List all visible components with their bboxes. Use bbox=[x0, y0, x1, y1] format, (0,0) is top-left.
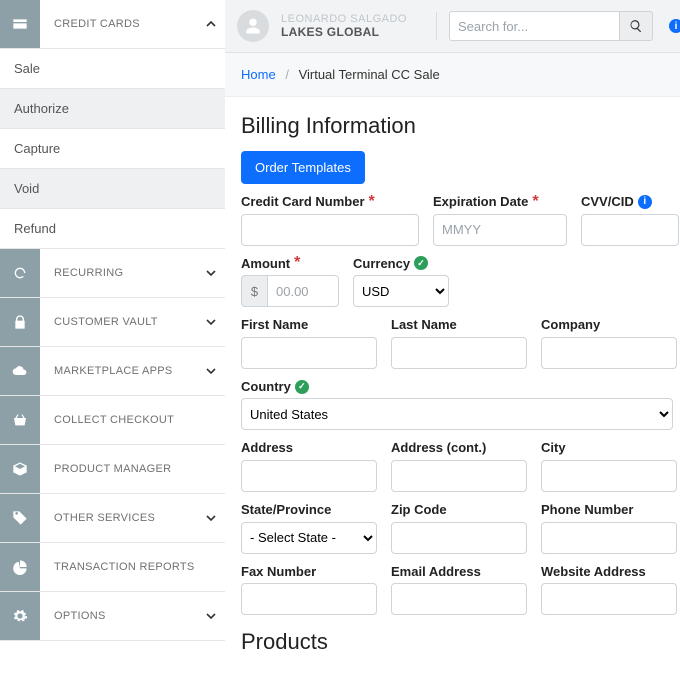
country-select[interactable]: United States bbox=[241, 398, 673, 430]
city-input[interactable] bbox=[541, 460, 677, 492]
refresh-icon bbox=[0, 249, 40, 297]
label-first: First Name bbox=[241, 317, 377, 333]
label-exp: Expiration Date* bbox=[433, 194, 567, 210]
search-input[interactable] bbox=[449, 11, 619, 41]
currency-symbol: $ bbox=[241, 275, 267, 307]
zip-input[interactable] bbox=[391, 522, 527, 554]
company-input[interactable] bbox=[541, 337, 677, 369]
sidebar-label: OPTIONS bbox=[40, 610, 197, 622]
pie-chart-icon bbox=[0, 543, 40, 591]
chevron-down-icon bbox=[197, 366, 225, 376]
sidebar-label: PRODUCT MANAGER bbox=[40, 463, 197, 475]
info-icon[interactable]: i bbox=[638, 195, 652, 209]
sidebar-item-customer-vault[interactable]: CUSTOMER VAULT bbox=[0, 298, 225, 347]
label-addr: Address bbox=[241, 440, 377, 456]
chevron-down-icon bbox=[197, 513, 225, 523]
search-icon bbox=[629, 19, 643, 33]
sidebar-item-recurring[interactable]: RECURRING bbox=[0, 249, 225, 298]
label-cc: Credit Card Number* bbox=[241, 194, 419, 210]
phone-input[interactable] bbox=[541, 522, 677, 554]
sidebar-label: CUSTOMER VAULT bbox=[40, 316, 197, 328]
label-amount: Amount* bbox=[241, 256, 339, 272]
credit-card-icon bbox=[0, 0, 40, 48]
user-name: LEONARDO SALGADO bbox=[281, 13, 424, 25]
sidebar-item-other-services[interactable]: OTHER SERVICES bbox=[0, 494, 225, 543]
sidebar-sub-capture[interactable]: Capture bbox=[0, 129, 225, 169]
billing-heading: Billing Information bbox=[241, 113, 679, 139]
chevron-up-icon bbox=[197, 19, 225, 29]
sidebar-item-collect-checkout[interactable]: COLLECT CHECKOUT bbox=[0, 396, 225, 445]
tags-icon bbox=[0, 494, 40, 542]
cvv-input[interactable] bbox=[581, 214, 679, 246]
sidebar-item-credit-cards[interactable]: CREDIT CARDS bbox=[0, 0, 225, 49]
label-zip: Zip Code bbox=[391, 502, 527, 518]
label-addr2: Address (cont.) bbox=[391, 440, 527, 456]
check-icon: ✓ bbox=[414, 256, 428, 270]
label-cvv: CVV/CIDi bbox=[581, 194, 679, 210]
content: Billing Information Order Templates Cred… bbox=[225, 97, 680, 683]
basket-icon bbox=[0, 396, 40, 444]
cc-number-input[interactable] bbox=[241, 214, 419, 246]
sidebar-label: CREDIT CARDS bbox=[40, 18, 197, 30]
state-select[interactable]: - Select State - bbox=[241, 522, 377, 554]
sidebar-label: RECURRING bbox=[40, 267, 197, 279]
sidebar-label: TRANSACTION REPORTS bbox=[40, 561, 197, 573]
label-website: Website Address bbox=[541, 564, 677, 580]
label-currency: Currency✓ bbox=[353, 256, 449, 272]
lock-icon bbox=[0, 298, 40, 346]
website-input[interactable] bbox=[541, 583, 677, 615]
sidebar-label: MARKETPLACE APPS bbox=[40, 365, 197, 377]
last-name-input[interactable] bbox=[391, 337, 527, 369]
label-city: City bbox=[541, 440, 677, 456]
sidebar-item-transaction-reports[interactable]: TRANSACTION REPORTS bbox=[0, 543, 225, 592]
sidebar-sub-sale[interactable]: Sale bbox=[0, 49, 225, 89]
label-fax: Fax Number bbox=[241, 564, 377, 580]
products-heading: Products bbox=[241, 629, 679, 655]
search-button[interactable] bbox=[619, 11, 653, 41]
currency-select[interactable]: USD bbox=[353, 275, 449, 307]
breadcrumb-current: Virtual Terminal CC Sale bbox=[299, 67, 440, 82]
label-company: Company bbox=[541, 317, 677, 333]
info-icon[interactable]: i bbox=[669, 19, 680, 33]
sidebar: CREDIT CARDS Sale Authorize Capture Void… bbox=[0, 0, 225, 683]
address2-input[interactable] bbox=[391, 460, 527, 492]
breadcrumb: Home / Virtual Terminal CC Sale bbox=[225, 53, 680, 97]
breadcrumb-home[interactable]: Home bbox=[241, 67, 276, 82]
sidebar-label: OTHER SERVICES bbox=[40, 512, 197, 524]
main: LEONARDO SALGADO LAKES GLOBAL i Home / V… bbox=[225, 0, 680, 683]
order-templates-button[interactable]: Order Templates bbox=[241, 151, 365, 184]
avatar[interactable] bbox=[237, 10, 269, 42]
sidebar-item-options[interactable]: OPTIONS bbox=[0, 592, 225, 641]
fax-input[interactable] bbox=[241, 583, 377, 615]
sidebar-item-marketplace-apps[interactable]: MARKETPLACE APPS bbox=[0, 347, 225, 396]
sidebar-label: COLLECT CHECKOUT bbox=[40, 414, 197, 426]
chevron-down-icon bbox=[197, 317, 225, 327]
amount-input[interactable] bbox=[267, 275, 339, 307]
sidebar-sub-refund[interactable]: Refund bbox=[0, 209, 225, 249]
label-country: Country✓ bbox=[241, 379, 679, 395]
sidebar-sub-authorize[interactable]: Authorize bbox=[0, 89, 225, 129]
check-icon: ✓ bbox=[295, 380, 309, 394]
topbar: LEONARDO SALGADO LAKES GLOBAL i bbox=[225, 0, 680, 53]
label-state: State/Province bbox=[241, 502, 377, 518]
expiration-input[interactable] bbox=[433, 214, 567, 246]
sidebar-sub-void[interactable]: Void bbox=[0, 169, 225, 209]
chevron-down-icon bbox=[197, 268, 225, 278]
first-name-input[interactable] bbox=[241, 337, 377, 369]
label-phone: Phone Number bbox=[541, 502, 677, 518]
package-icon bbox=[0, 445, 40, 493]
email-input[interactable] bbox=[391, 583, 527, 615]
user-block: LEONARDO SALGADO LAKES GLOBAL bbox=[281, 13, 424, 39]
address-input[interactable] bbox=[241, 460, 377, 492]
search-group bbox=[449, 11, 653, 41]
divider bbox=[436, 12, 437, 40]
breadcrumb-sep: / bbox=[279, 67, 295, 82]
gears-icon bbox=[0, 592, 40, 640]
sidebar-item-product-manager[interactable]: PRODUCT MANAGER bbox=[0, 445, 225, 494]
label-email: Email Address bbox=[391, 564, 527, 580]
user-org: LAKES GLOBAL bbox=[281, 25, 424, 39]
cloud-icon bbox=[0, 347, 40, 395]
label-last: Last Name bbox=[391, 317, 527, 333]
